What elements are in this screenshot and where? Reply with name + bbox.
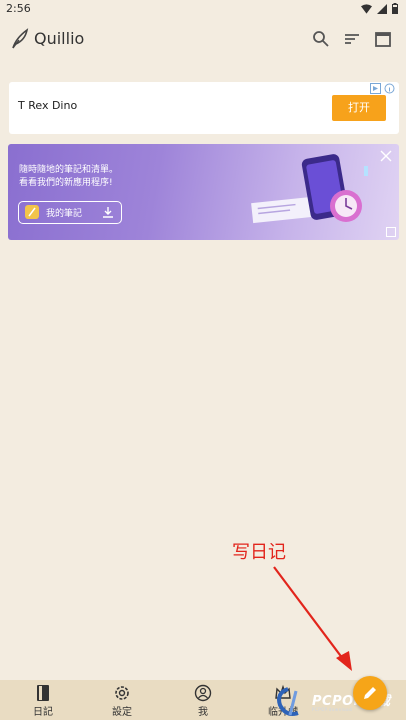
status-time: 2:56 bbox=[6, 2, 31, 15]
nav-label-diary: 日記 bbox=[33, 707, 53, 718]
calendar-icon[interactable] bbox=[372, 28, 394, 50]
person-icon bbox=[194, 684, 212, 702]
nav-item-settings[interactable]: 設定 bbox=[92, 680, 152, 720]
annotation-label: 写日记 bbox=[232, 542, 286, 563]
app-title: Quillio bbox=[34, 29, 85, 48]
gear-icon bbox=[115, 686, 129, 700]
wifi-icon bbox=[361, 3, 372, 14]
ad-info-icon[interactable] bbox=[386, 227, 396, 237]
notes-app-icon bbox=[25, 205, 39, 219]
promo-line-2: 看看我們的新應用程序! bbox=[19, 178, 113, 188]
promo-illustration bbox=[251, 154, 368, 224]
battery-icon bbox=[392, 3, 398, 14]
app-bar: Quillio bbox=[0, 20, 406, 60]
my-notes-button[interactable]: 我的筆記 bbox=[18, 201, 122, 224]
nav-item-me[interactable]: 我 bbox=[173, 680, 233, 720]
close-icon[interactable] bbox=[380, 150, 392, 162]
sort-icon[interactable] bbox=[341, 28, 363, 50]
search-icon[interactable] bbox=[310, 28, 332, 50]
write-diary-button[interactable] bbox=[353, 676, 387, 710]
status-icons bbox=[361, 3, 398, 14]
quill-logo-icon bbox=[12, 28, 29, 49]
pencil-icon bbox=[364, 687, 376, 699]
ad-info-icon[interactable] bbox=[384, 83, 395, 94]
annotation-arrow bbox=[273, 566, 352, 671]
diary-icon bbox=[37, 685, 49, 701]
signal-icon bbox=[377, 3, 387, 14]
promo-banner[interactable]: 隨時隨地的筆記和清單。 看看我們的新應用程序! 我的筆記 bbox=[8, 144, 399, 240]
ad-app-name: T Rex Dino bbox=[18, 99, 78, 112]
watermark-subtext: PCPOP.download bbox=[312, 707, 353, 712]
promo-line-1: 隨時隨地的筆記和清單。 bbox=[19, 165, 119, 175]
ad-open-button[interactable]: 打开 bbox=[332, 95, 386, 121]
nav-label-me: 我 bbox=[198, 707, 208, 718]
nav-item-diary[interactable]: 日記 bbox=[13, 680, 73, 720]
ad-choices-icon[interactable] bbox=[370, 83, 381, 94]
status-bar: 2:56 bbox=[0, 0, 406, 18]
my-notes-label: 我的筆記 bbox=[46, 209, 83, 219]
download-icon bbox=[103, 207, 113, 218]
ad-banner[interactable]: T Rex Dino 打开 bbox=[9, 82, 399, 134]
nav-label-settings: 設定 bbox=[112, 707, 132, 718]
